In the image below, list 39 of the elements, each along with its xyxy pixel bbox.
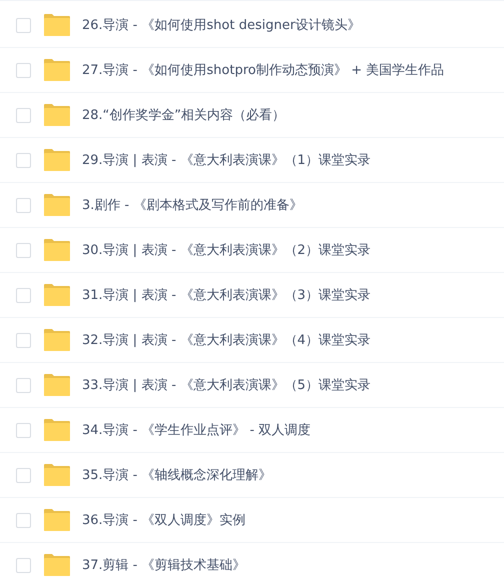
folder-name[interactable]: 33.导演 | 表演 - 《意大利表演课》（5）课堂实录 (82, 376, 371, 394)
folder-icon (44, 284, 70, 306)
folder-name[interactable]: 26.导演 - 《如何使用shot designer设计镜头》 (82, 16, 360, 34)
folder-icon (44, 509, 70, 531)
checkbox[interactable] (16, 512, 31, 528)
folder-icon (44, 419, 70, 441)
folder-icon (44, 194, 70, 216)
checkbox[interactable] (16, 558, 31, 572)
checkbox[interactable] (16, 18, 31, 32)
folder-icon (44, 554, 70, 576)
checkbox[interactable] (16, 152, 31, 168)
folder-name[interactable]: 36.导演 - 《双人调度》实例 (82, 511, 246, 529)
checkbox[interactable] (16, 332, 31, 348)
checkbox[interactable] (16, 108, 31, 122)
folder-name[interactable]: 31.导演 | 表演 - 《意大利表演课》（3）课堂实录 (82, 286, 371, 304)
folder-name[interactable]: 27.导演 - 《如何使用shotpro制作动态预演》 + 美国学生作品 (82, 61, 444, 79)
checkbox[interactable] (16, 242, 31, 258)
folder-icon (44, 239, 70, 261)
folder-icon (44, 464, 70, 486)
folder-name[interactable]: 29.导演 | 表演 - 《意大利表演课》（1）课堂实录 (82, 151, 371, 169)
folder-icon (44, 14, 70, 36)
checkbox[interactable] (16, 198, 31, 212)
folder-icon (44, 59, 70, 81)
checkbox[interactable] (16, 288, 31, 302)
folder-name[interactable]: 34.导演 - 《学生作业点评》 - 双人调度 (82, 421, 311, 439)
folder-name[interactable]: 30.导演 | 表演 - 《意大利表演课》（2）课堂实录 (82, 241, 371, 259)
folder-icon (44, 374, 70, 396)
checkbox[interactable] (16, 62, 31, 78)
folder-name[interactable]: 35.导演 - 《轴线概念深化理解》 (82, 466, 272, 484)
folder-name[interactable]: 37.剪辑 - 《剪辑技术基础》 (82, 556, 246, 574)
folder-icon (44, 149, 70, 171)
folder-name[interactable]: 28.“创作奖学金”相关内容（必看） (82, 106, 286, 124)
folder-icon (44, 104, 70, 126)
folder-name[interactable]: 3.剧作 - 《剧本格式及写作前的准备》 (82, 196, 302, 214)
folder-name[interactable]: 32.导演 | 表演 - 《意大利表演课》（4）课堂实录 (82, 331, 371, 349)
checkbox[interactable] (16, 422, 31, 438)
checkbox[interactable] (16, 378, 31, 392)
folder-icon (44, 329, 70, 351)
checkbox[interactable] (16, 468, 31, 482)
